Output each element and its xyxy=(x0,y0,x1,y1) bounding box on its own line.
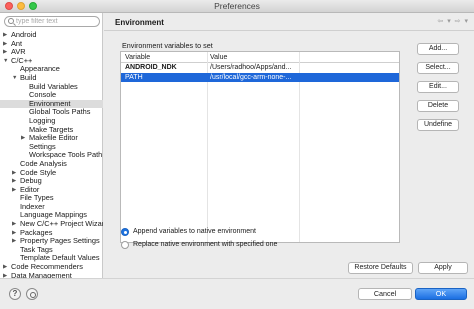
apply-button[interactable]: Apply xyxy=(418,262,468,274)
cell-variable: PATH xyxy=(125,73,143,81)
chevron-right-icon[interactable]: ▶ xyxy=(3,40,7,49)
chevron-down-icon[interactable]: ▼ xyxy=(12,74,17,83)
edit-button[interactable]: Edit... xyxy=(417,81,459,93)
chevron-right-icon[interactable]: ▶ xyxy=(12,229,16,238)
chevron-right-icon[interactable]: ▶ xyxy=(12,237,16,246)
chevron-right-icon[interactable]: ▶ xyxy=(12,169,16,178)
page-title: Environment xyxy=(115,18,164,27)
cell-variable: ANDROID_NDK xyxy=(125,64,177,71)
table-row[interactable]: PATH /usr/local/gcc-arm-none-... xyxy=(121,72,399,82)
add-button[interactable]: Add... xyxy=(417,43,459,55)
title-bar: Preferences xyxy=(0,0,474,13)
tree-item[interactable]: Appearance xyxy=(0,65,103,74)
chevron-right-icon[interactable]: ▶ xyxy=(3,31,7,40)
chevron-right-icon[interactable]: ▶ xyxy=(3,263,7,272)
delete-button[interactable]: Delete xyxy=(417,100,459,112)
column-header-value[interactable]: Value xyxy=(210,54,227,61)
append-env-radio[interactable]: Append variables to native environment xyxy=(121,227,361,237)
radio-selected-icon xyxy=(121,228,129,236)
select-button[interactable]: Select... xyxy=(417,62,459,74)
restore-defaults-button[interactable]: Restore Defaults xyxy=(348,262,413,274)
chevron-right-icon[interactable]: ▶ xyxy=(3,48,7,57)
env-variables-table[interactable]: Variable Value ANDROID_NDK /Users/radhoo… xyxy=(120,51,400,243)
replace-env-radio[interactable]: Replace native environment with specifie… xyxy=(121,240,361,250)
table-header: Variable Value xyxy=(121,52,399,63)
preferences-nav-pane: ▶Android▶Ant▶AVR▼C/C++Appearance▼BuildBu… xyxy=(0,13,103,278)
import-export-icon[interactable] xyxy=(26,288,38,300)
search-icon xyxy=(8,18,14,24)
undefine-button[interactable]: Undefine xyxy=(417,119,459,131)
column-header-variable[interactable]: Variable xyxy=(125,54,150,61)
page-header: Environment ⇦ ▾ ⇨ ▾ xyxy=(104,13,474,31)
tree-item[interactable]: ▶ Code Style xyxy=(0,168,103,178)
history-nav-icons[interactable]: ⇦ ▾ ⇨ ▾ xyxy=(437,17,469,25)
environment-page: Environment variables to set Variable Va… xyxy=(104,31,474,278)
dialog-footer: ? Cancel OK xyxy=(0,278,474,309)
chevron-right-icon[interactable]: ▶ xyxy=(21,134,25,143)
append-env-label: Append variables to native environment xyxy=(133,228,256,235)
filter-input[interactable] xyxy=(16,17,98,26)
radio-unselected-icon xyxy=(121,241,129,249)
env-section-label: Environment variables to set xyxy=(122,41,213,50)
cancel-button[interactable]: Cancel xyxy=(358,288,412,300)
ok-button[interactable]: OK xyxy=(415,288,467,300)
tree-item[interactable]: File Types xyxy=(0,194,103,203)
tree-item[interactable]: ▶ Debug xyxy=(0,176,103,186)
table-row[interactable]: ANDROID_NDK /Users/radhoo/Apps/and... xyxy=(121,63,399,73)
cell-value: /Users/radhoo/Apps/and... xyxy=(210,64,292,71)
chevron-right-icon[interactable]: ▶ xyxy=(12,177,16,186)
chevron-down-icon[interactable]: ▼ xyxy=(3,57,8,66)
preferences-tree: ▶ Android ▶ Ant ▶ AVR ▼ C/C++ Appearance ▼ Build Bu… xyxy=(0,31,103,278)
filter-field[interactable] xyxy=(4,16,100,27)
chevron-right-icon[interactable]: ▶ xyxy=(12,220,16,229)
window-title: Preferences xyxy=(214,1,260,11)
help-icon[interactable]: ? xyxy=(9,288,21,300)
cell-value: /usr/local/gcc-arm-none-... xyxy=(210,73,292,81)
chevron-right-icon[interactable]: ▶ xyxy=(12,186,16,195)
replace-env-label: Replace native environment with specifie… xyxy=(133,241,278,248)
